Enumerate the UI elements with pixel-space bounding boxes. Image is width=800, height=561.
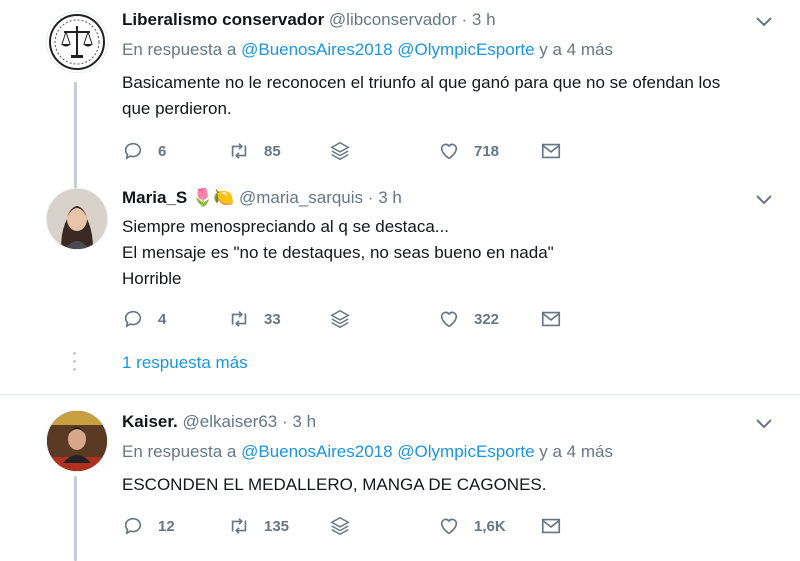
display-name[interactable]: Maria_S xyxy=(122,188,187,207)
divider xyxy=(0,394,800,395)
retweet-count: 135 xyxy=(264,517,290,535)
separator: · xyxy=(281,412,288,431)
reply-icon xyxy=(124,142,142,160)
like-count: 322 xyxy=(474,310,500,328)
mention-link[interactable]: @OlympicEsporte xyxy=(397,40,534,59)
user-handle[interactable]: @libconservador xyxy=(329,10,457,29)
tweet-text-line: Basicamente no le reconocen el triunfo a… xyxy=(122,73,721,92)
like-count: 718 xyxy=(474,142,500,160)
heart-icon xyxy=(440,311,458,328)
display-name[interactable]: Liberalismo conservador xyxy=(122,10,324,29)
retweet-button[interactable]: 85 xyxy=(228,140,281,162)
like-button[interactable]: 1,6K xyxy=(438,515,506,537)
thread-line xyxy=(74,82,77,190)
mention-link[interactable]: @BuenosAires2018 xyxy=(241,442,392,461)
reply-suffix[interactable]: y a 4 más xyxy=(539,442,613,461)
message-button[interactable] xyxy=(540,140,562,162)
tweet-text: Siempre menospreciando al q se destaca..… xyxy=(122,214,554,292)
stack-button[interactable] xyxy=(329,515,351,537)
reply-button[interactable]: 4 xyxy=(122,308,166,330)
separator: · xyxy=(461,10,468,29)
reply-count: 6 xyxy=(158,142,167,160)
tweet-text: ESCONDEN EL MEDALLERO, MANGA DE CAGONES. xyxy=(122,472,546,498)
retweet-button[interactable]: 135 xyxy=(228,515,289,537)
profile-photo xyxy=(47,189,107,249)
message-button[interactable] xyxy=(540,308,562,330)
mention-link[interactable]: @OlympicEsporte xyxy=(397,442,534,461)
stack-button[interactable] xyxy=(329,308,351,330)
stack-icon xyxy=(330,141,350,161)
thread-line xyxy=(74,476,77,561)
heart-icon xyxy=(440,143,458,160)
stack-button[interactable] xyxy=(329,140,351,162)
like-button[interactable]: 322 xyxy=(438,308,499,330)
chevron-down-icon[interactable] xyxy=(755,16,773,28)
message-icon xyxy=(541,143,561,159)
retweet-count: 33 xyxy=(264,310,281,328)
heart-icon xyxy=(440,518,458,535)
reply-to: En respuesta a @BuenosAires2018 @Olympic… xyxy=(122,442,613,462)
mention-link[interactable]: @BuenosAires2018 xyxy=(241,40,392,59)
retweet-button[interactable]: 33 xyxy=(228,308,281,330)
stack-icon xyxy=(330,309,350,329)
tweet-text-line: que perdieron. xyxy=(122,99,232,118)
reply-button[interactable]: 6 xyxy=(122,140,166,162)
like-count: 1,6K xyxy=(474,517,506,535)
timestamp[interactable]: 3 h xyxy=(378,188,402,207)
avatar-elkaiser63[interactable] xyxy=(46,410,108,472)
display-name[interactable]: Kaiser. xyxy=(122,412,178,431)
avatar-libconservador[interactable] xyxy=(46,11,108,73)
reply-prefix: En respuesta a xyxy=(122,442,237,461)
avatar-maria-sarquis[interactable] xyxy=(46,188,108,250)
tweet-header: Maria_S 🌷🍋 @maria_sarquis · 3 h xyxy=(122,188,402,208)
user-handle[interactable]: @elkaiser63 xyxy=(183,412,278,431)
reply-to: En respuesta a @BuenosAires2018 @Olympic… xyxy=(122,40,613,60)
timestamp[interactable]: 3 h xyxy=(472,10,496,29)
retweet-icon xyxy=(231,518,247,534)
separator: · xyxy=(367,188,374,207)
tweet-text-line: Siempre menospreciando al q se destaca..… xyxy=(122,217,449,236)
tweet-1[interactable]: Liberalismo conservador @libconservador … xyxy=(0,0,800,190)
reply-count: 4 xyxy=(158,310,167,328)
tweet-3[interactable]: Kaiser. @elkaiser63 · 3 h En respuesta a… xyxy=(0,402,800,561)
reply-icon xyxy=(124,517,142,535)
reply-suffix[interactable]: y a 4 más xyxy=(539,40,613,59)
reply-count: 12 xyxy=(158,517,175,535)
tweet-text-line: El mensaje es "no te destaques, no seas … xyxy=(122,243,554,262)
thread-dots xyxy=(72,352,78,376)
chevron-down-icon[interactable] xyxy=(755,418,773,430)
name-emoji: 🌷🍋 xyxy=(191,188,235,207)
more-replies-link[interactable]: 1 respuesta más xyxy=(122,353,248,373)
retweet-count: 85 xyxy=(264,142,281,160)
reply-prefix: En respuesta a xyxy=(122,40,237,59)
tweet-text-line: ESCONDEN EL MEDALLERO, MANGA DE CAGONES. xyxy=(122,475,547,494)
tweet-header: Kaiser. @elkaiser63 · 3 h xyxy=(122,412,316,432)
tweet-text-line: Horrible xyxy=(122,269,182,288)
like-button[interactable]: 718 xyxy=(438,140,499,162)
retweet-icon xyxy=(231,311,247,327)
message-icon xyxy=(541,518,561,534)
message-icon xyxy=(541,311,561,327)
profile-photo xyxy=(47,411,107,471)
user-handle[interactable]: @maria_sarquis xyxy=(239,188,363,207)
message-button[interactable] xyxy=(540,515,562,537)
tweet-2[interactable]: Maria_S 🌷🍋 @maria_sarquis · 3 h Siempre … xyxy=(0,180,800,390)
reply-icon xyxy=(124,310,142,328)
timestamp[interactable]: 3 h xyxy=(292,412,316,431)
scales-logo-icon xyxy=(49,14,105,70)
stack-icon xyxy=(330,516,350,536)
retweet-icon xyxy=(231,143,247,159)
chevron-down-icon[interactable] xyxy=(755,194,773,206)
tweet-header: Liberalismo conservador @libconservador … xyxy=(122,10,496,30)
reply-button[interactable]: 12 xyxy=(122,515,175,537)
tweet-text: Basicamente no le reconocen el triunfo a… xyxy=(122,70,720,122)
